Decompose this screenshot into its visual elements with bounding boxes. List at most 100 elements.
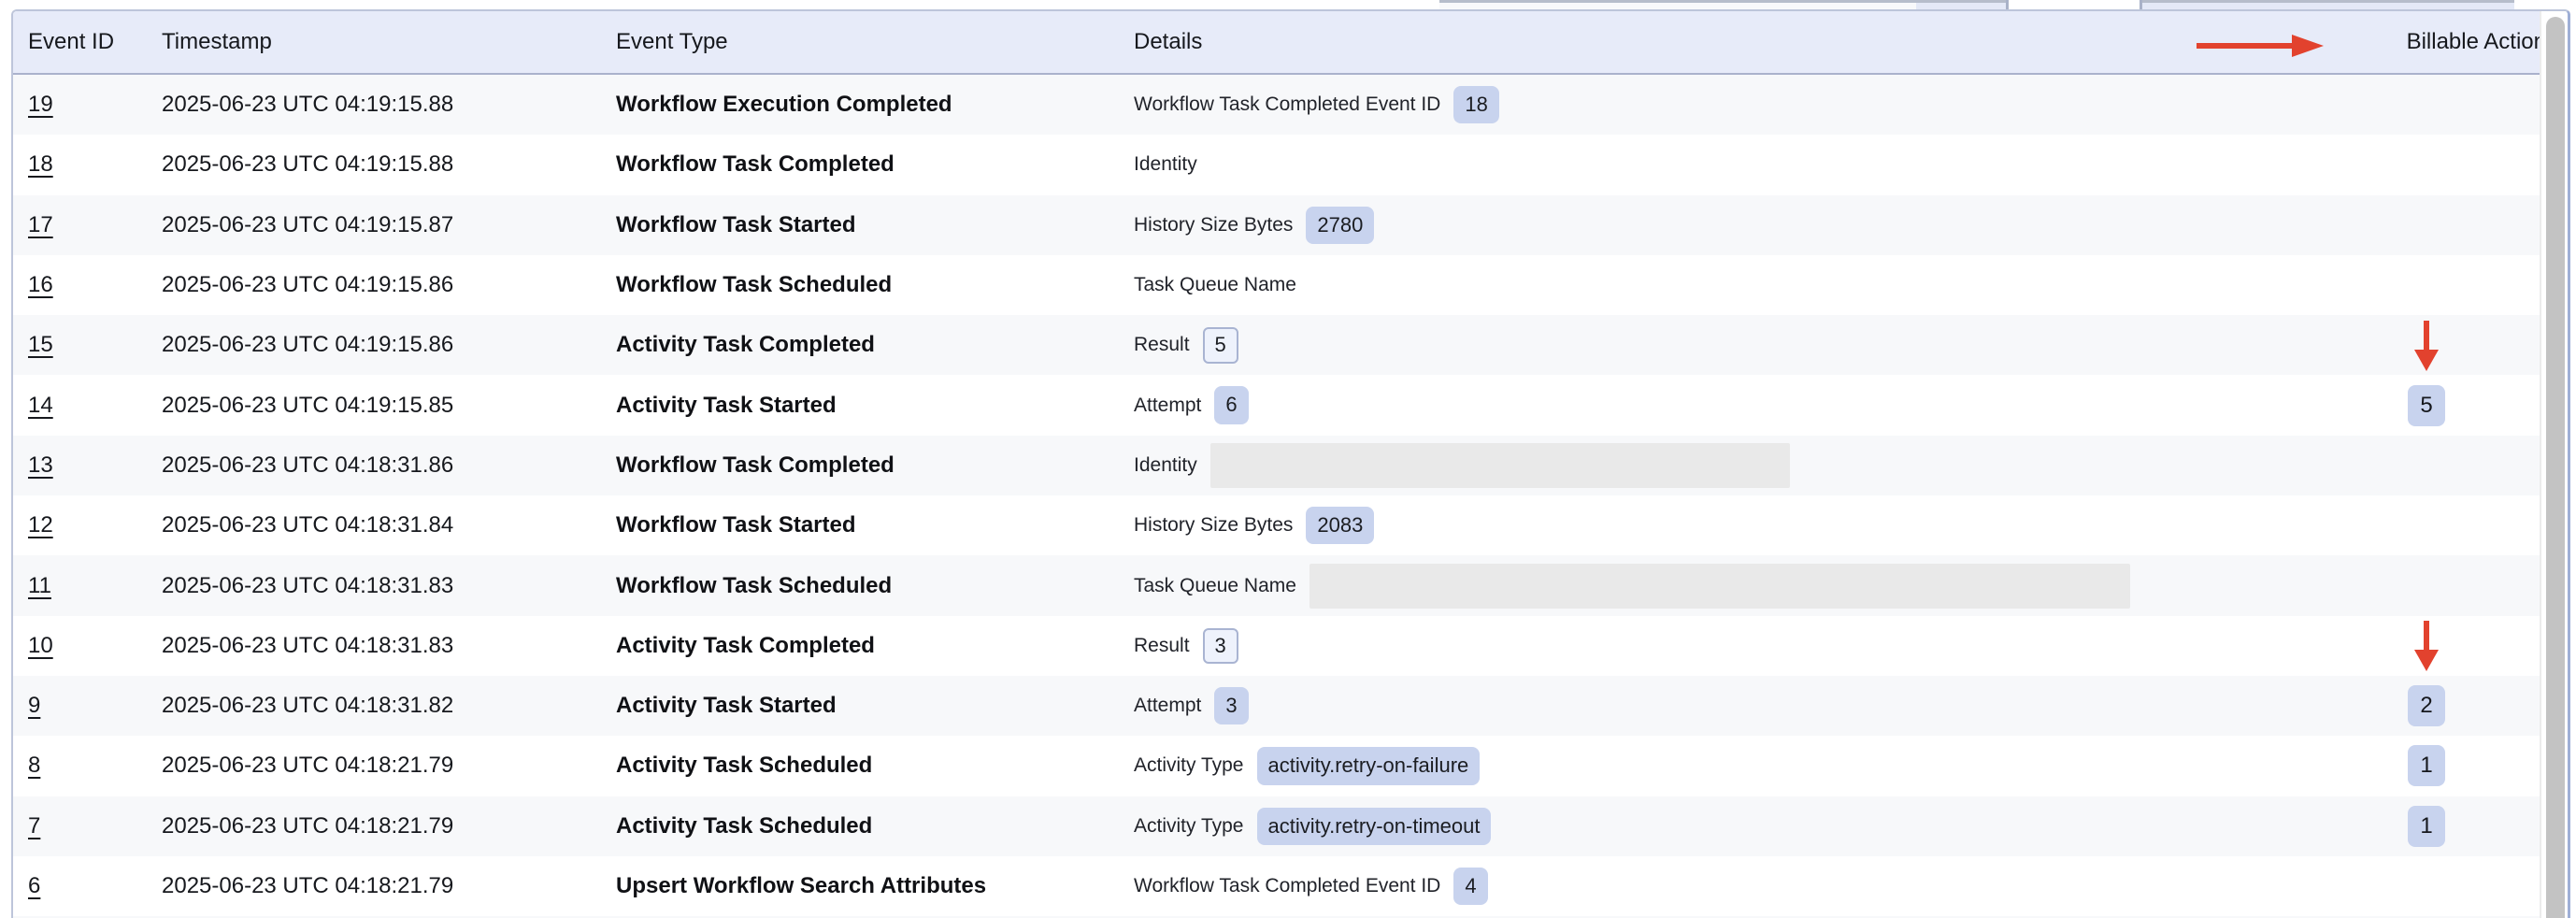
detail-label: History Size Bytes xyxy=(1134,214,1293,237)
timestamp-text: 2025-06-23 UTC 04:18:21.79 xyxy=(162,813,453,839)
event-type-cell: Workflow Task Scheduled xyxy=(616,272,1134,298)
column-header-billable: Billable Actions xyxy=(2340,29,2569,55)
detail-value-chip: 5 xyxy=(1203,327,1238,363)
detail-label: Workflow Task Completed Event ID xyxy=(1134,93,1440,116)
event-id-link[interactable]: 7 xyxy=(28,813,40,839)
timestamp-text: 2025-06-23 UTC 04:18:21.79 xyxy=(162,753,453,779)
timestamp-text: 2025-06-23 UTC 04:18:31.84 xyxy=(162,512,453,538)
event-id-link[interactable]: 13 xyxy=(28,452,53,479)
event-id-link[interactable]: 15 xyxy=(28,332,53,358)
redacted-value xyxy=(1210,443,1790,488)
event-id-cell: 11 xyxy=(28,573,162,599)
event-id-cell: 13 xyxy=(28,452,162,479)
cutoff-ui-fragment xyxy=(2006,0,2142,9)
details-cell: Workflow Task Completed Event ID 18 xyxy=(1134,86,2312,123)
table-row-event-14: 142025-06-23 UTC 04:19:15.85Activity Tas… xyxy=(13,375,2540,435)
scrollbar-thumb[interactable] xyxy=(2546,17,2565,918)
timestamp-text: 2025-06-23 UTC 04:18:31.83 xyxy=(162,573,453,599)
event-type-cell: Workflow Task Started xyxy=(616,512,1134,538)
event-type-cell: Workflow Task Completed xyxy=(616,452,1134,479)
event-id-cell: 14 xyxy=(28,393,162,419)
details-cell: Activity Typeactivity.retry-on-failure xyxy=(1134,747,2312,784)
event-id-link[interactable]: 17 xyxy=(28,212,53,238)
event-history-table: Event IDTimestampEvent TypeDetailsBillab… xyxy=(11,9,2570,918)
event-type-text: Activity Task Completed xyxy=(616,633,875,659)
event-id-link[interactable]: 11 xyxy=(28,573,51,599)
event-id-link[interactable]: 8 xyxy=(28,753,40,779)
event-id-link[interactable]: 18 xyxy=(28,151,53,178)
timestamp-text: 2025-06-23 UTC 04:18:31.82 xyxy=(162,693,453,719)
event-type-text: Workflow Task Started xyxy=(616,212,856,238)
details-cell: Result 3 xyxy=(1134,628,2312,664)
event-type-cell: Activity Task Started xyxy=(616,693,1134,719)
detail-label: Task Queue Name xyxy=(1134,575,1296,597)
vertical-scrollbar[interactable] xyxy=(2540,11,2568,918)
billable-actions-cell xyxy=(2312,619,2540,672)
timestamp-cell: 2025-06-23 UTC 04:18:21.79 xyxy=(162,753,616,779)
details-cell: Activity Typeactivity.retry-on-timeout xyxy=(1134,808,2312,845)
event-type-text: Workflow Task Started xyxy=(616,512,856,538)
column-header-timestamp: Timestamp xyxy=(162,29,616,55)
billable-actions-chip: 1 xyxy=(2408,745,2445,786)
event-type-cell: Activity Task Completed xyxy=(616,633,1134,659)
event-id-link[interactable]: 19 xyxy=(28,92,53,118)
table-row-event-11: 11 2025-06-23 UTC 04:18:31.83 Workflow Tas… xyxy=(13,555,2540,615)
event-type-text: Workflow Task Scheduled xyxy=(616,573,892,599)
timestamp-text: 2025-06-23 UTC 04:18:21.79 xyxy=(162,873,453,899)
timestamp-cell: 2025-06-23 UTC 04:18:21.79 xyxy=(162,813,616,839)
billable-actions-cell xyxy=(2312,319,2540,372)
details-cell: History Size Bytes 2780 xyxy=(1134,207,2312,244)
event-id-cell: 15 xyxy=(28,332,162,358)
event-type-text: Workflow Execution Completed xyxy=(616,92,952,118)
table-row-event-16: 16 2025-06-23 UTC 04:19:15.86 Workflow Tas… xyxy=(13,255,2540,315)
detail-label: Task Queue Name xyxy=(1134,274,1296,296)
table-row-event-7: 7 2025-06-23 UTC 04:18:21.79 Activity Task… xyxy=(13,796,2540,856)
event-type-cell: Workflow Execution Completed xyxy=(616,92,1134,118)
event-type-text: Upsert Workflow Search Attributes xyxy=(616,873,986,899)
detail-label: Result xyxy=(1134,635,1190,657)
event-id-cell: 6 xyxy=(28,873,162,899)
detail-label: Workflow Task Completed Event ID xyxy=(1134,875,1440,897)
details-cell: Identity xyxy=(1134,153,2312,176)
detail-value-chip: 2083 xyxy=(1306,507,1374,544)
detail-value-chip: 2780 xyxy=(1306,207,1374,244)
event-id-link[interactable]: 14 xyxy=(28,393,53,419)
timestamp-cell: 2025-06-23 UTC 04:18:21.79 xyxy=(162,873,616,899)
event-type-cell: Activity Task Completed xyxy=(616,332,1134,358)
event-id-cell: 8 xyxy=(28,753,162,779)
event-id-cell: 19 xyxy=(28,92,162,118)
timestamp-text: 2025-06-23 UTC 04:19:15.86 xyxy=(162,272,453,298)
detail-value-chip: 18 xyxy=(1453,86,1498,123)
event-type-cell: Workflow Task Completed xyxy=(616,151,1134,178)
timestamp-cell: 2025-06-23 UTC 04:18:31.86 xyxy=(162,452,616,479)
event-id-link[interactable]: 12 xyxy=(28,512,53,538)
timestamp-cell: 2025-06-23 UTC 04:19:15.88 xyxy=(162,92,616,118)
cutoff-ui-fragment xyxy=(1916,0,2006,9)
column-header-label: Event ID xyxy=(28,29,114,55)
red-right-arrow-annotation xyxy=(2195,33,2326,59)
event-type-text: Activity Task Scheduled xyxy=(616,753,872,779)
event-id-cell: 9 xyxy=(28,693,162,719)
event-id-link[interactable]: 10 xyxy=(28,633,53,659)
timestamp-text: 2025-06-23 UTC 04:19:15.88 xyxy=(162,92,453,118)
details-cell: Result5 xyxy=(1134,327,2312,363)
table-row-event-9: 9 2025-06-23 UTC 04:18:31.82 Activity Task… xyxy=(13,676,2540,736)
event-id-link[interactable]: 9 xyxy=(28,693,40,719)
event-id-link[interactable]: 6 xyxy=(28,873,40,899)
event-id-link[interactable]: 16 xyxy=(28,272,53,298)
detail-value-chip: 6 xyxy=(1214,386,1248,423)
event-type-text: Workflow Task Completed xyxy=(616,452,894,479)
event-type-cell: Activity Task Started xyxy=(616,393,1134,419)
column-header-label: Timestamp xyxy=(162,29,272,55)
detail-value-chip: 3 xyxy=(1203,628,1238,664)
event-type-text: Activity Task Started xyxy=(616,693,837,719)
details-cell: Identity xyxy=(1134,443,2312,488)
event-id-cell: 12 xyxy=(28,512,162,538)
timestamp-cell: 2025-06-23 UTC 04:18:31.82 xyxy=(162,693,616,719)
event-type-text: Activity Task Scheduled xyxy=(616,813,872,839)
table-row-event-12: 12 2025-06-23 UTC 04:18:31.84 Workflow Tas… xyxy=(13,495,2540,555)
billable-actions-chip: 5 xyxy=(2408,385,2445,426)
detail-label: Identity xyxy=(1134,153,1197,176)
event-type-cell: Upsert Workflow Search Attributes xyxy=(616,873,1134,899)
timestamp-text: 2025-06-23 UTC 04:19:15.88 xyxy=(162,151,453,178)
